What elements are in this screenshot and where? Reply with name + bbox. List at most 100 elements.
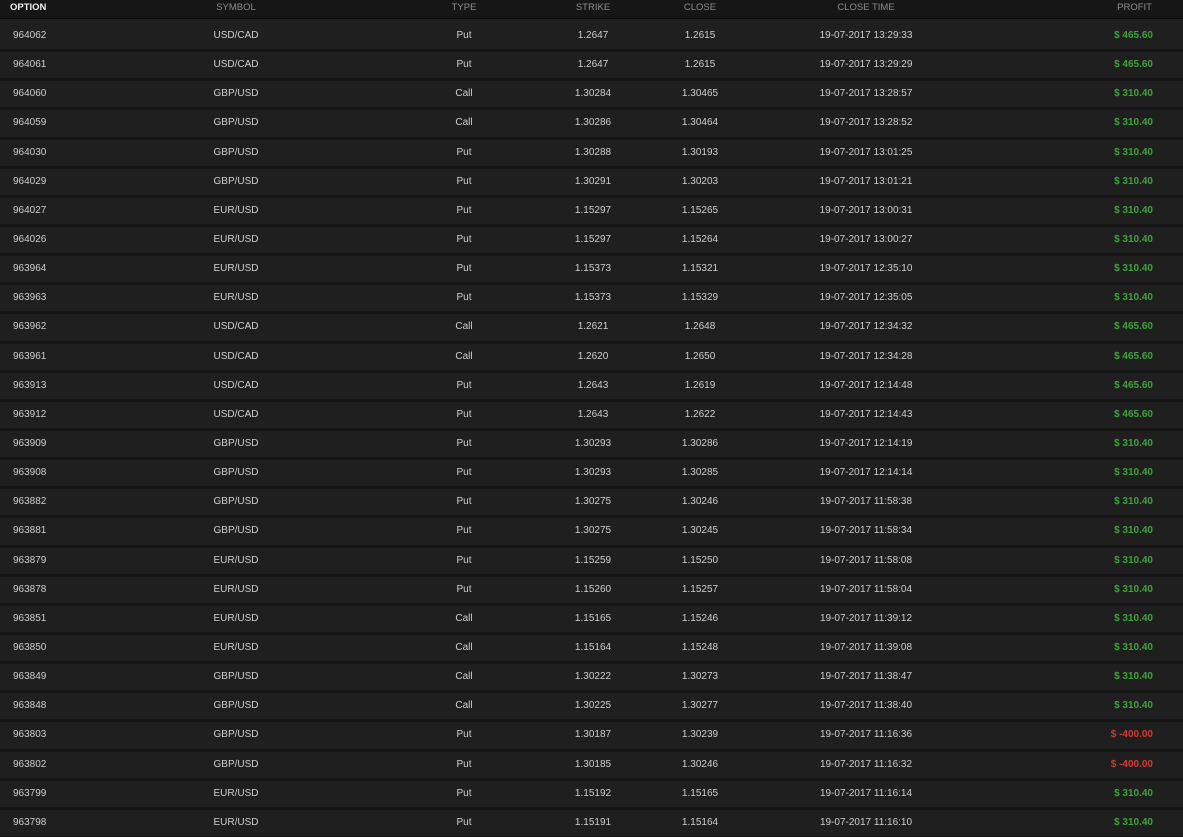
symbol-cell: EUR/USD	[213, 641, 259, 653]
close-cell: 1.2650	[684, 350, 716, 362]
table-row[interactable]: 963882 GBP/USD Put 1.30275 1.30246 19-07-2017…	[0, 489, 1183, 519]
table-row[interactable]: 964061 USD/CAD Put 1.2647 1.2615 19-07-2017 1…	[0, 52, 1183, 82]
option-cell: 963964	[13, 263, 47, 275]
option-cell: 963849	[13, 671, 47, 683]
strike-cell: 1.15165	[574, 612, 612, 624]
strike-cell: 1.15259	[574, 554, 612, 566]
close-cell: 1.2615	[684, 30, 716, 41]
table-row[interactable]: 963848 GBP/USD Call 1.30225 1.30277 19-07-201…	[0, 693, 1183, 723]
symbol-cell: GBP/USD	[213, 700, 259, 712]
column-header-option[interactable]: OPTION	[10, 0, 46, 15]
table-row[interactable]: 963879 EUR/USD Put 1.15259 1.15250 19-07-2017…	[0, 547, 1183, 577]
table-header: OPTION SYMBOL TYPE STRIKE CLOSE CLOSE TI…	[0, 0, 1183, 19]
close-time-cell: 19-07-2017 11:16:14	[819, 787, 913, 799]
column-header-symbol[interactable]: SYMBOL	[216, 0, 256, 15]
table-row[interactable]: 963850 EUR/USD Call 1.15164 1.15248 19-07-201…	[0, 634, 1183, 665]
symbol-cell: GBP/USD	[213, 671, 259, 683]
option-cell: 964059	[13, 117, 47, 129]
table-row[interactable]: 963909 GBP/USD Put 1.30293 1.30286 19-07-2017…	[0, 430, 1183, 461]
table-row[interactable]: 963798 EUR/USD Put 1.15191 1.15164 19-07-2017…	[0, 809, 1183, 837]
close-cell: 1.15321	[681, 263, 719, 275]
option-cell: 964062	[13, 30, 47, 41]
profit-cell: $ 310.40	[1114, 88, 1153, 100]
close-time-cell: 19-07-2017 13:28:52	[819, 117, 913, 129]
table-row[interactable]: 964030 GBP/USD Put 1.30288 1.30193 19-07-2017…	[0, 139, 1183, 169]
column-header-type[interactable]: TYPE	[452, 0, 477, 15]
close-cell: 1.30465	[681, 88, 719, 100]
close-cell: 1.30246	[681, 496, 719, 508]
close-cell: 1.30203	[681, 175, 719, 187]
table-row[interactable]: 963912 USD/CAD Put 1.2643 1.2622 19-07-2017 1…	[0, 401, 1183, 431]
close-time-cell: 19-07-2017 13:29:33	[819, 30, 913, 41]
close-cell: 1.2648	[684, 321, 716, 333]
type-cell: Put	[456, 204, 472, 216]
close-cell: 1.30464	[681, 117, 719, 129]
strike-cell: 1.30275	[574, 496, 612, 508]
profit-cell: $ 310.40	[1114, 437, 1153, 449]
type-cell: Call	[455, 671, 473, 683]
profit-cell: $ -400.00	[1110, 729, 1153, 741]
table-row[interactable]: 964029 GBP/USD Put 1.30291 1.30203 19-07-2017…	[0, 168, 1183, 198]
option-cell: 963962	[13, 321, 47, 333]
type-cell: Call	[455, 117, 473, 129]
close-cell: 1.15250	[681, 554, 719, 566]
strike-cell: 1.30291	[574, 175, 612, 187]
type-cell: Put	[456, 408, 472, 420]
table-row[interactable]: 964060 GBP/USD Call 1.30284 1.30465 19-07-201…	[0, 81, 1183, 111]
close-cell: 1.2619	[684, 379, 716, 391]
option-cell: 963961	[13, 350, 47, 362]
column-header-strike[interactable]: STRIKE	[576, 0, 610, 15]
option-cell: 963963	[13, 292, 47, 304]
table-row[interactable]: 963962 USD/CAD Call 1.2621 1.2648 19-07-2017 …	[0, 314, 1183, 344]
table-row[interactable]: 963963 EUR/USD Put 1.15373 1.15329 19-07-2017…	[0, 285, 1183, 315]
close-time-cell: 19-07-2017 12:35:10	[819, 263, 913, 275]
symbol-cell: EUR/USD	[213, 816, 259, 828]
profit-cell: $ 310.40	[1114, 700, 1153, 712]
table-row[interactable]: 963802 GBP/USD Put 1.30185 1.30246 19-07-2017…	[0, 751, 1183, 781]
table-row[interactable]: 963908 GBP/USD Put 1.30293 1.30285 19-07-2017…	[0, 460, 1183, 490]
table-row[interactable]: 964059 GBP/USD Call 1.30286 1.30464 19-07-201…	[0, 110, 1183, 140]
column-header-close-time[interactable]: CLOSE TIME	[837, 0, 894, 15]
table-row[interactable]: 963799 EUR/USD Put 1.15192 1.15165 19-07-2017…	[0, 780, 1183, 810]
symbol-cell: EUR/USD	[213, 292, 259, 304]
table-row[interactable]: 963913 USD/CAD Put 1.2643 1.2619 19-07-2017 1…	[0, 372, 1183, 402]
table-row[interactable]: 963881 GBP/USD Put 1.30275 1.30245 19-07-2017…	[0, 518, 1183, 548]
profit-cell: $ 310.40	[1114, 612, 1153, 624]
table-row[interactable]: 963849 GBP/USD Call 1.30222 1.30273 19-07-201…	[0, 664, 1183, 694]
table-row[interactable]: 963851 EUR/USD Call 1.15165 1.15246 19-07-201…	[0, 605, 1183, 635]
option-cell: 963909	[13, 437, 47, 449]
table-row[interactable]: 963878 EUR/USD Put 1.15260 1.15257 19-07-2017…	[0, 576, 1183, 606]
option-cell: 964060	[13, 88, 47, 100]
strike-cell: 1.30187	[574, 729, 612, 741]
table-row[interactable]: 963803 GBP/USD Put 1.30187 1.30239 19-07-2017…	[0, 722, 1183, 752]
column-header-close[interactable]: CLOSE	[684, 0, 716, 15]
table-row[interactable]: 964062 USD/CAD Put 1.2647 1.2615 19-07-2017 1…	[0, 23, 1183, 53]
close-time-cell: 19-07-2017 11:16:10	[819, 816, 913, 828]
table-row[interactable]: 963961 USD/CAD Call 1.2620 1.2650 19-07-2017 …	[0, 343, 1183, 373]
option-cell: 963881	[13, 525, 47, 537]
option-cell: 963802	[13, 758, 47, 770]
table-row[interactable]: 964027 EUR/USD Put 1.15297 1.15265 19-07-2017…	[0, 197, 1183, 227]
table-row[interactable]: 963964 EUR/USD Put 1.15373 1.15321 19-07-2017…	[0, 256, 1183, 286]
close-time-cell: 19-07-2017 12:14:43	[819, 408, 913, 420]
close-cell: 1.2622	[684, 408, 716, 420]
strike-cell: 1.2621	[577, 321, 609, 333]
close-cell: 1.15265	[681, 204, 719, 216]
option-cell: 964027	[13, 204, 47, 216]
profit-cell: $ 310.40	[1114, 117, 1153, 129]
profit-cell: $ 310.40	[1114, 204, 1153, 216]
strike-cell: 1.15260	[574, 583, 612, 595]
close-time-cell: 19-07-2017 12:14:48	[819, 379, 913, 391]
close-time-cell: 19-07-2017 12:34:28	[819, 350, 913, 362]
column-header-profit[interactable]: PROFIT	[1117, 0, 1152, 15]
option-cell: 963850	[13, 641, 47, 653]
type-cell: Put	[456, 787, 472, 799]
option-cell: 963913	[13, 379, 47, 391]
profit-cell: $ 310.40	[1114, 233, 1153, 245]
table-row[interactable]: 964026 EUR/USD Put 1.15297 1.15264 19-07-2017…	[0, 226, 1183, 257]
symbol-cell: EUR/USD	[213, 233, 259, 245]
symbol-cell: USD/CAD	[213, 350, 259, 362]
symbol-cell: GBP/USD	[213, 525, 259, 537]
profit-cell: $ 310.40	[1114, 146, 1153, 158]
option-cell: 964026	[13, 233, 47, 245]
